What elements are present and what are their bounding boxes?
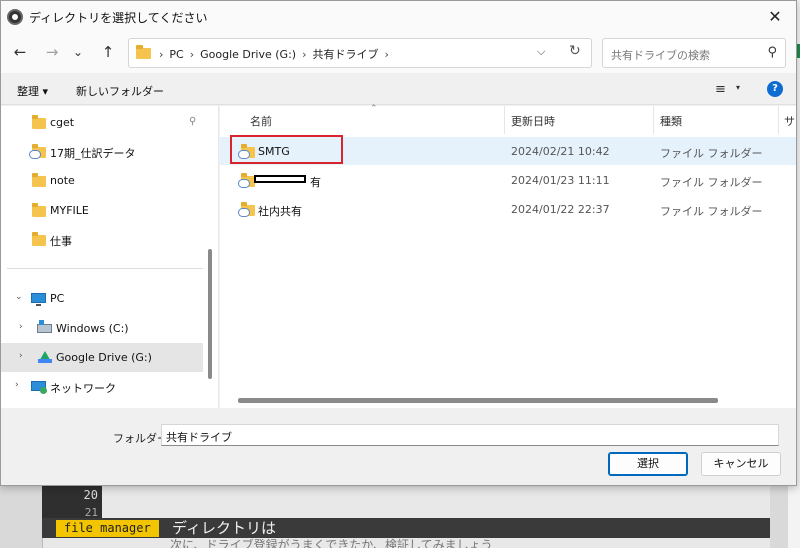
google-drive-icon [38,351,52,363]
breadcrumb-item[interactable]: 共有ドライブ [312,48,378,61]
folder-field[interactable]: 共有ドライブ [161,424,779,446]
file-type: ファイル フォルダー [660,176,763,189]
expand-arrow-icon[interactable]: ⌄ [15,292,23,302]
folder-icon [32,232,46,246]
view-options-icon[interactable]: ≡ [715,82,726,97]
folder-picker-dialog: ディレクトリを選択してください ✕ ← → ⌄ ↑ › PC › Google Dri… [0,0,797,486]
folder-icon [32,173,46,187]
network-icon [31,381,47,394]
nav-item-cget[interactable]: cget ⚲ [1,108,203,137]
column-header-date[interactable]: 更新日時 [511,113,555,129]
cloud-folder-icon [238,202,255,217]
nav-item-google-drive[interactable]: › Google Drive (G:) [1,343,203,372]
forward-button[interactable]: → [41,41,63,63]
dialog-title: ディレクトリを選択してください [29,11,208,25]
expand-arrow-icon[interactable]: › [19,351,23,361]
command-bar: 整理 ▾ 新しいフォルダー ≡ ▾ ? [1,73,796,105]
select-button[interactable]: 選択 [608,452,688,476]
breadcrumb-item[interactable]: PC [169,48,183,61]
folder-icon [32,203,46,217]
background-body-text: 次に、ドライブ登録がうまくできたか、検証してみましょう [170,538,493,548]
file-type: ファイル フォルダー [660,147,763,160]
file-name: 社内共有 [258,205,302,218]
nav-item-shigoto[interactable]: 仕事 [1,225,203,254]
nav-item-note[interactable]: note [1,166,203,195]
column-divider[interactable] [504,106,505,134]
navigation-pane: cget ⚲ 17期_仕訳データ note MYFILE 仕事 ⌄ PC › W… [1,106,219,408]
nav-item-label: 仕事 [50,235,72,248]
highlight-box [230,135,343,164]
up-button[interactable]: ↑ [97,41,119,63]
background-line-number: 20 [83,488,98,502]
table-row[interactable]: 有 2024/01/23 11:11 ファイル フォルダー [220,166,796,194]
pc-icon [31,293,46,306]
nav-item-label: Google Drive (G:) [56,351,152,364]
table-row[interactable]: 社内共有 2024/01/22 22:37 ファイル フォルダー [220,195,796,223]
nav-item-17ki[interactable]: 17期_仕訳データ [1,137,203,166]
organize-menu[interactable]: 整理 ▾ [17,83,48,99]
cloud-folder-icon [29,144,46,159]
background-status-text: ディレクトリは [172,519,276,537]
column-header-name[interactable]: 名前 [250,113,272,129]
address-bar[interactable]: › PC › Google Drive (G:) › 共有ドライブ › ⌵ ↻ [128,38,592,68]
cancel-button[interactable]: キャンセル [701,452,781,476]
folder-icon [136,45,151,59]
file-list: ⌃ 名前 更新日時 種類 サ SMTG 2024/02/21 10:42 ファイ… [220,104,796,408]
nav-item-label: Windows (C:) [56,322,129,335]
search-input[interactable]: 共有ドライブの検索 [611,47,710,63]
nav-divider [7,268,203,269]
nav-item-label: PC [50,292,65,305]
search-box[interactable]: 共有ドライブの検索 ⚲ [602,38,786,68]
column-header-type[interactable]: 種類 [660,113,682,129]
expand-arrow-icon[interactable]: › [19,322,23,332]
nav-item-label: MYFILE [50,204,89,217]
windows-drive-icon [37,320,52,333]
nav-item-myfile[interactable]: MYFILE [1,196,203,225]
folder-icon [32,115,46,129]
table-row[interactable]: SMTG 2024/02/21 10:42 ファイル フォルダー [220,135,796,165]
recent-locations-button[interactable]: ⌄ [67,41,89,63]
pin-icon[interactable]: ⚲ [189,116,196,127]
title-bar: ディレクトリを選択してください ✕ [1,1,796,33]
new-folder-button[interactable]: 新しいフォルダー [76,83,164,99]
column-divider[interactable] [653,106,654,134]
nav-item-windows-c[interactable]: › Windows (C:) [1,314,203,343]
background-status-badge: file manager [56,520,159,537]
close-button[interactable]: ✕ [760,5,790,29]
file-name: 有 [310,176,321,189]
file-date: 2024/02/21 10:42 [511,145,610,158]
nav-item-label: cget [50,116,75,129]
redaction-box [254,175,306,183]
cloud-folder-icon [238,173,255,188]
horizontal-scrollbar[interactable] [238,398,718,403]
refresh-icon[interactable]: ↻ [569,43,581,59]
nav-item-label: 17期_仕訳データ [50,147,136,160]
column-headers: ⌃ 名前 更新日時 種類 サ [220,104,796,134]
nav-item-label: note [50,174,75,187]
column-header-size[interactable]: サ [784,113,795,129]
nav-item-network[interactable]: › ネットワーク [1,372,203,401]
view-caret-icon[interactable]: ▾ [736,83,740,92]
nav-scrollbar[interactable] [208,249,212,379]
column-divider[interactable] [778,106,779,134]
breadcrumb-item[interactable]: Google Drive (G:) [200,48,296,61]
search-icon[interactable]: ⚲ [767,45,777,60]
file-type: ファイル フォルダー [660,205,763,218]
file-date: 2024/01/23 11:11 [511,174,610,187]
chevron-down-icon[interactable]: ⌵ [537,45,545,59]
file-date: 2024/01/22 22:37 [511,203,610,216]
nav-item-pc[interactable]: ⌄ PC [1,284,203,313]
breadcrumb: › PC › Google Drive (G:) › 共有ドライブ › [159,48,389,61]
back-button[interactable]: ← [9,41,31,63]
navigation-toolbar: ← → ⌄ ↑ › PC › Google Drive (G:) › 共有ドライブ › ⌵ … [1,33,796,73]
help-icon[interactable]: ? [767,81,783,97]
expand-arrow-icon[interactable]: › [15,380,19,390]
sort-ascending-icon: ⌃ [370,104,378,114]
app-icon [7,9,23,25]
nav-item-label: ネットワーク [50,382,116,395]
